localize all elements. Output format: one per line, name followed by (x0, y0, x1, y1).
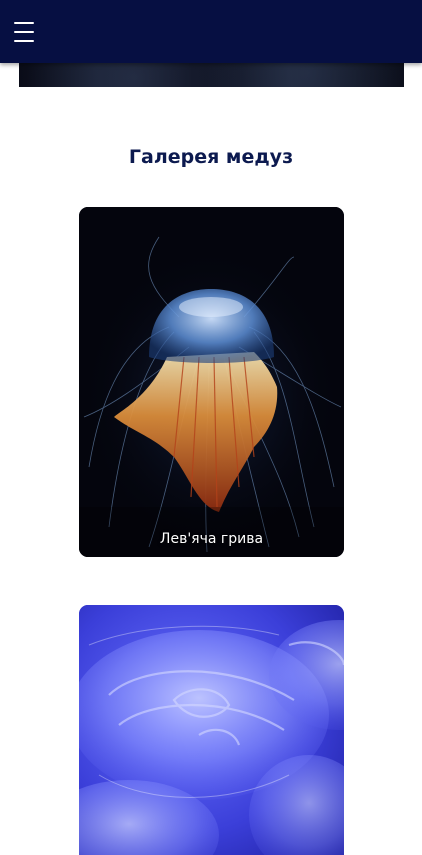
gallery-title: Галерея медуз (128, 146, 294, 168)
card-caption: Лев'яча грива (159, 531, 264, 547)
lions-mane-jellyfish-image (79, 207, 344, 557)
gallery-card-lions-mane[interactable]: Лев'яча грива (79, 207, 344, 557)
gallery-card-moon-jellyfish[interactable] (79, 605, 344, 855)
hamburger-menu-icon[interactable] (14, 22, 36, 42)
hero-image (19, 63, 404, 87)
top-app-bar (0, 0, 422, 63)
moon-jellyfish-image (79, 605, 344, 855)
